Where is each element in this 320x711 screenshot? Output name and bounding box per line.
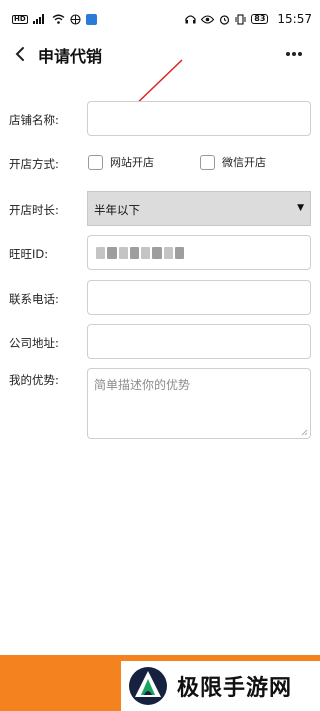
eye-icon xyxy=(201,14,215,24)
watermark-text: 极限手游网 xyxy=(177,676,293,701)
address-input[interactable] xyxy=(87,324,311,359)
open-duration-select[interactable]: 半年以下 ▼ xyxy=(87,191,311,226)
blurred-id-value xyxy=(96,247,184,259)
open-duration-label: 开店时长: xyxy=(9,203,59,217)
open-duration-row: 开店时长: 半年以下 ▼ xyxy=(0,191,320,226)
wechat-option-label: 微信开店 xyxy=(222,156,266,169)
phone-row: 联系电话: xyxy=(0,280,320,315)
open-method-option-wechat[interactable]: 微信开店 xyxy=(200,154,266,170)
open-method-option-website[interactable]: 网站开店 xyxy=(88,154,154,170)
vibrate-icon xyxy=(235,13,246,25)
website-option-label: 网站开店 xyxy=(110,156,154,169)
phone-label: 联系电话: xyxy=(9,292,59,306)
advantage-textarea[interactable]: 简单描述你的优势 xyxy=(87,368,311,439)
shop-name-label: 店铺名称: xyxy=(9,113,59,127)
address-row: 公司地址: xyxy=(0,324,320,359)
wechat-checkbox[interactable] xyxy=(200,154,215,170)
status-left: HD xyxy=(12,13,97,25)
open-duration-selected: 半年以下 xyxy=(94,203,140,217)
network-globe-icon xyxy=(70,13,81,25)
advantage-label: 我的优势: xyxy=(9,373,59,387)
hd-badge: HD xyxy=(12,14,28,24)
shop-name-input[interactable] xyxy=(87,101,311,136)
wangwang-id-row: 旺旺ID: xyxy=(0,235,320,270)
back-icon[interactable] xyxy=(8,42,32,66)
status-right: 83 15:57 xyxy=(185,12,312,26)
open-method-label: 开店方式: xyxy=(9,157,59,171)
wangwang-id-label: 旺旺ID: xyxy=(9,247,49,261)
address-label: 公司地址: xyxy=(9,336,59,350)
advantage-placeholder: 简单描述你的优势 xyxy=(94,378,191,392)
phone-input[interactable] xyxy=(87,280,311,315)
headphones-icon xyxy=(185,14,196,24)
wifi-icon xyxy=(52,14,65,24)
app-notification-icon xyxy=(85,13,97,25)
website-checkbox[interactable] xyxy=(88,154,103,170)
dropdown-caret-icon: ▼ xyxy=(297,203,304,213)
watermark: 极限手游网 xyxy=(121,661,320,711)
status-bar: HD 83 15:57 xyxy=(0,0,320,38)
shop-name-row: 店铺名称: xyxy=(0,101,320,136)
more-icon[interactable] xyxy=(284,42,304,66)
open-method-row: 开店方式: 网站开店 微信开店 xyxy=(0,152,320,174)
watermark-logo-icon xyxy=(129,667,167,705)
alarm-icon xyxy=(219,14,230,25)
advantage-row: 我的优势: 简单描述你的优势 xyxy=(0,368,320,439)
resize-grip-icon[interactable] xyxy=(301,429,308,436)
signal-icon xyxy=(32,14,47,24)
status-time: 15:57 xyxy=(277,12,312,26)
battery-icon: 83 xyxy=(251,14,269,24)
page-title: 申请代销 xyxy=(38,47,103,66)
wangwang-id-input[interactable] xyxy=(87,235,311,270)
